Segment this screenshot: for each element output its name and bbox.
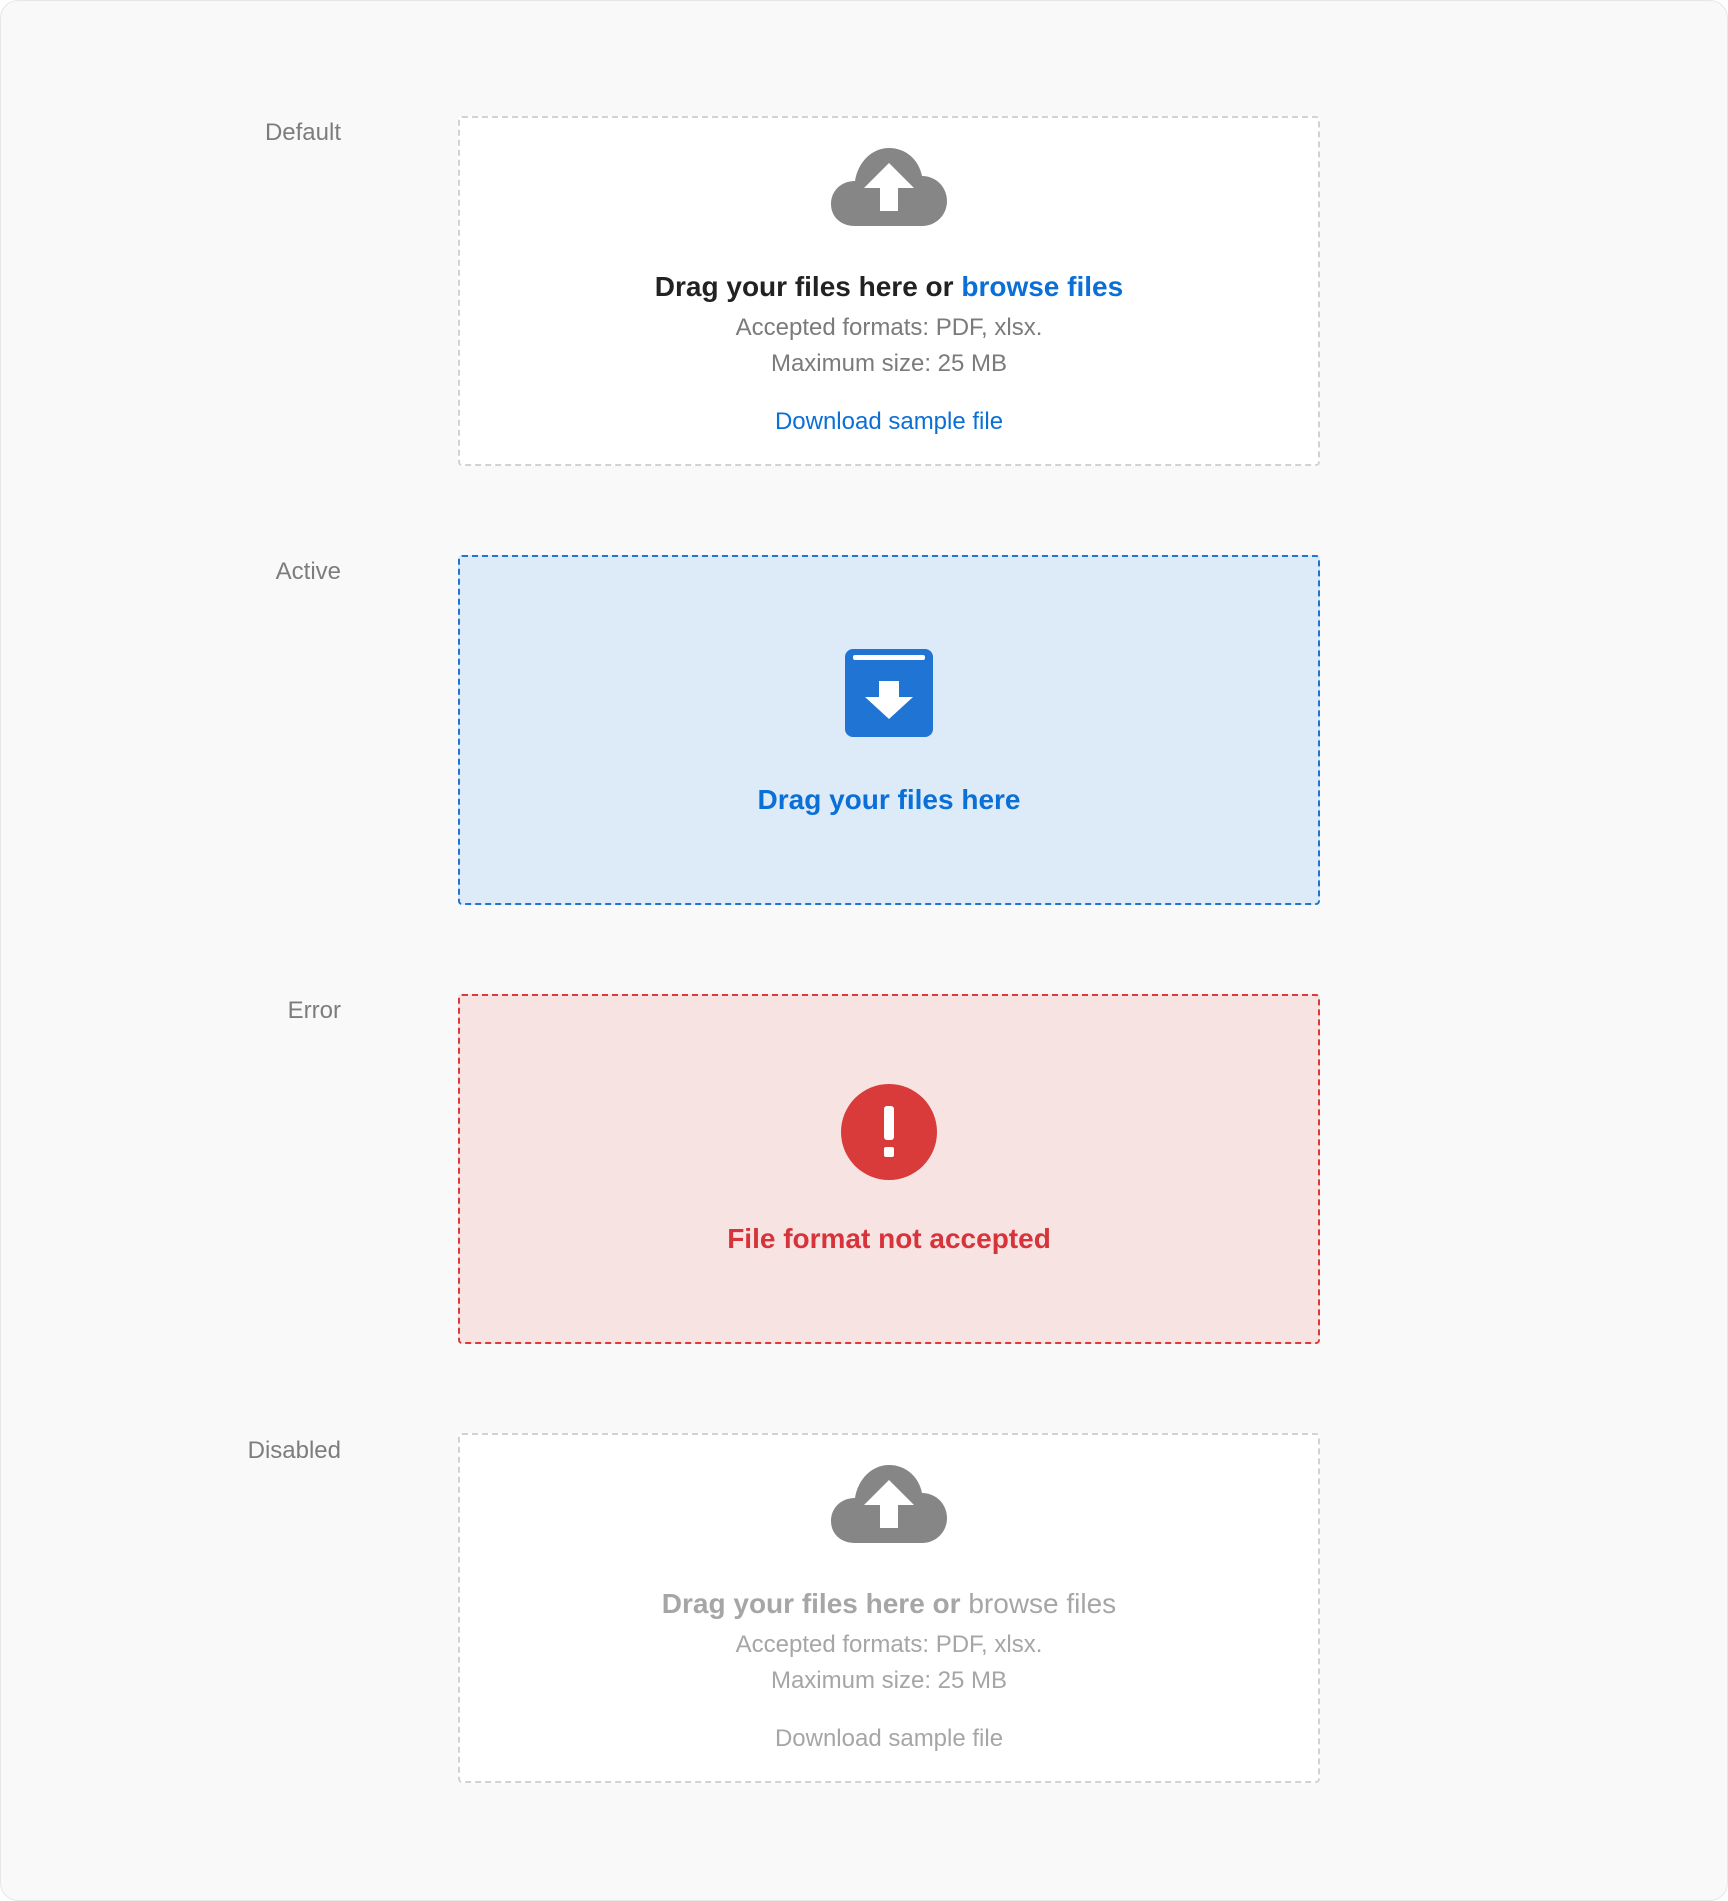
error-message: File format not accepted xyxy=(727,1223,1051,1254)
maximum-size-text: Maximum size: 25 MB xyxy=(770,350,1008,377)
dropzone-headline: Drag your files here or browse files xyxy=(460,1588,1318,1620)
dropzone-default[interactable]: Drag your files here or browse files Acc… xyxy=(458,116,1320,466)
browse-files-link[interactable]: browse files xyxy=(961,271,1123,302)
download-sample-file-link: Download sample file xyxy=(774,1725,1004,1752)
accepted-formats-text: Accepted formats: PDF, xlsx. xyxy=(735,314,1043,341)
state-label-active: Active xyxy=(275,558,341,585)
download-sample-file-link[interactable]: Download sample file xyxy=(775,408,1003,435)
headline-text: Drag your files here or xyxy=(661,1588,969,1619)
dropzone-headline: Drag your files here or browse files xyxy=(460,271,1318,303)
dropzone-disabled: Drag your files here or browse files Acc… xyxy=(458,1433,1320,1783)
state-label-default: Default xyxy=(264,119,341,146)
download-link-row: Download sample file xyxy=(460,408,1318,436)
headline-text: Drag your files here or xyxy=(654,271,962,302)
dropzone-error[interactable]: File format not accepted xyxy=(458,994,1320,1344)
download-link-row: Download sample file xyxy=(460,1725,1318,1753)
archive-download-icon xyxy=(845,649,933,737)
browse-files-link: browse files xyxy=(968,1588,1117,1619)
state-label-error: Error xyxy=(287,997,341,1024)
active-drop-message: Drag your files here xyxy=(757,784,1021,815)
cloud-upload-icon xyxy=(831,148,947,226)
maximum-size-text: Maximum size: 25 MB xyxy=(770,1667,1008,1694)
page-canvas: Default Drag your files here or browse f… xyxy=(0,0,1728,1901)
accepted-formats-text: Accepted formats: PDF, xlsx. xyxy=(735,1631,1043,1658)
cloud-upload-icon xyxy=(831,1465,947,1543)
state-label-disabled: Disabled xyxy=(247,1437,341,1464)
dropzone-active[interactable]: Drag your files here xyxy=(458,555,1320,905)
error-alert-icon xyxy=(841,1084,937,1180)
